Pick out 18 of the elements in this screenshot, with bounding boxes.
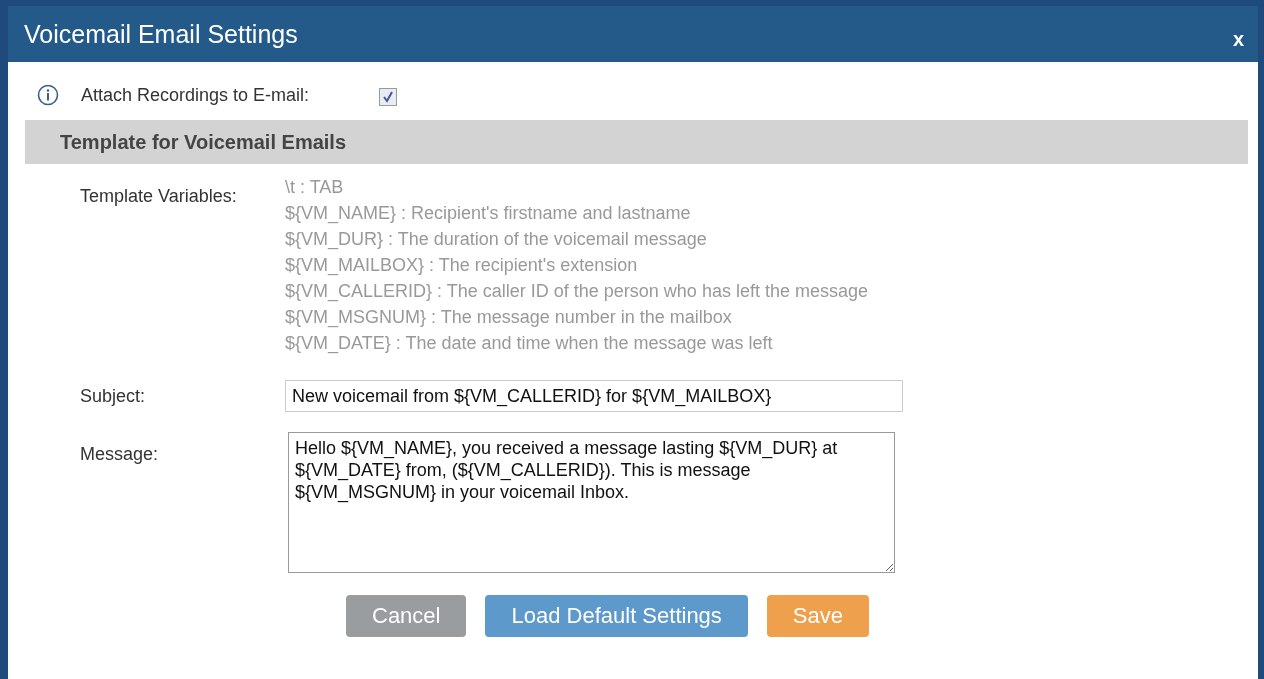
field-label: Attach Recordings to E-mail: xyxy=(81,84,310,106)
message-field[interactable]: Hello ${VM_NAME}, you received a message lasting ${VM_DUR} at ${VM_DATE} from, (${VM_CALLERID}). This is message ${VM_MSGNUM} in your voicemail Inbox. xyxy=(288,432,895,573)
template-variable: ${VM_CALLERID} : The caller ID of the person who has left the message xyxy=(285,280,868,304)
field-label: Message: xyxy=(80,444,159,464)
checkbox[interactable] xyxy=(379,88,398,106)
subject-field[interactable]: New voicemail from ${VM_CALLERID} for ${VM_MAILBOX} xyxy=(285,380,903,412)
template-variable: \t : TAB xyxy=(285,176,345,199)
info-icon xyxy=(37,84,59,106)
template-variable: ${VM_MAILBOX} : The recipient's extension xyxy=(285,254,639,278)
template-variable: ${VM_MSGNUM} : The message number in the mailbox xyxy=(285,306,733,330)
dialog-title: Voicemail Email Settings xyxy=(24,19,298,49)
template-variable: ${VM_DUR} : The duration of the voicemail message xyxy=(285,228,708,252)
field-label: Template Variables: xyxy=(80,186,237,206)
template-variable: ${VM_DATE} : The date and time when the message was left xyxy=(285,332,774,356)
close-button[interactable]: x xyxy=(1228,25,1248,53)
field-label: Subject: xyxy=(80,385,146,406)
section-title: Template for Voicemail Emails xyxy=(60,130,347,154)
template-variable: ${VM_NAME} : Recipient's firstname and lastname xyxy=(285,202,692,226)
